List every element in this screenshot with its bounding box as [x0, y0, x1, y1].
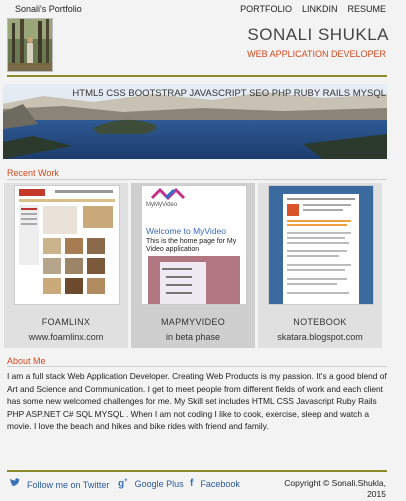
twitter-label: Follow me on Twitter	[27, 479, 110, 490]
person-name: SONALI SHUKLA	[247, 25, 389, 44]
mmv-text: This is the home page for My Video appli…	[146, 238, 237, 253]
mmv-logo: MyMyVideo	[146, 202, 178, 208]
header-divider	[7, 75, 387, 77]
google-plus-link[interactable]: g+ Google Plus	[118, 478, 184, 489]
mmv-welcome: Welcome to MyVideo	[146, 226, 226, 236]
person-role: WEB APPLICATION DEVELOPER	[247, 49, 386, 59]
work-status: in beta phase	[165, 332, 221, 342]
nav-portfolio[interactable]: PORTFOLIO	[240, 4, 292, 14]
main-nav: PORTFOLIO LINKDIN RESUME	[240, 4, 386, 14]
work-card-notebook[interactable]: NOTEBOOK skatara.blogspot.com	[258, 183, 382, 348]
work-link[interactable]: skatara.blogspot.com	[258, 332, 382, 342]
google-plus-icon: g+	[118, 478, 128, 490]
copyright: Copyright © Sonali.Shukla, 2015	[284, 478, 386, 500]
about-title: About Me	[7, 356, 46, 366]
nav-linkedin[interactable]: LINKDIN	[302, 4, 338, 14]
facebook-label: Facebook	[200, 478, 240, 489]
notebook-thumbnail[interactable]	[268, 185, 374, 305]
skills-list: HTML5 CSS BOOTSTRAP JAVASCRIPT SEO PHP R…	[72, 88, 386, 99]
footer-divider	[7, 470, 387, 472]
portfolio-page: Sonali's Portfolio PORTFOLIO LINKDIN RES…	[0, 0, 406, 501]
top-bar: Sonali's Portfolio PORTFOLIO LINKDIN RES…	[0, 0, 406, 18]
work-title: FOAMLINX	[41, 317, 91, 327]
work-card-mapmyvideo[interactable]: MyMyVideo Welcome to MyVideo This is the…	[131, 183, 255, 348]
facebook-link[interactable]: f Facebook	[190, 478, 240, 489]
nav-resume[interactable]: RESUME	[347, 4, 386, 14]
twitter-icon	[9, 478, 20, 491]
copyright-line: Copyright © Sonali.Shukla,	[284, 478, 386, 488]
avatar	[7, 18, 53, 72]
mapmyvideo-thumbnail[interactable]: MyMyVideo Welcome to MyVideo This is the…	[141, 185, 247, 305]
copyright-year: 2015	[367, 489, 386, 499]
twitter-link[interactable]: Follow me on Twitter	[9, 478, 109, 491]
work-card-foamlinx[interactable]: FOAMLINX www.foamlinx.com	[4, 183, 128, 348]
foamlinx-thumbnail[interactable]	[14, 185, 120, 305]
work-title: MAPMYVIDEO	[160, 317, 225, 327]
facebook-icon: f	[190, 478, 194, 489]
about-divider	[7, 366, 387, 367]
brand-link[interactable]: Sonali's Portfolio	[15, 4, 82, 14]
recent-work-title: Recent Work	[7, 168, 59, 178]
recent-work-divider	[7, 179, 387, 180]
work-link[interactable]: www.foamlinx.com	[4, 332, 128, 342]
google-plus-label: Google Plus	[134, 478, 184, 489]
work-title: NOTEBOOK	[293, 317, 347, 327]
about-text: I am a full stack Web Application Develo…	[7, 371, 387, 432]
